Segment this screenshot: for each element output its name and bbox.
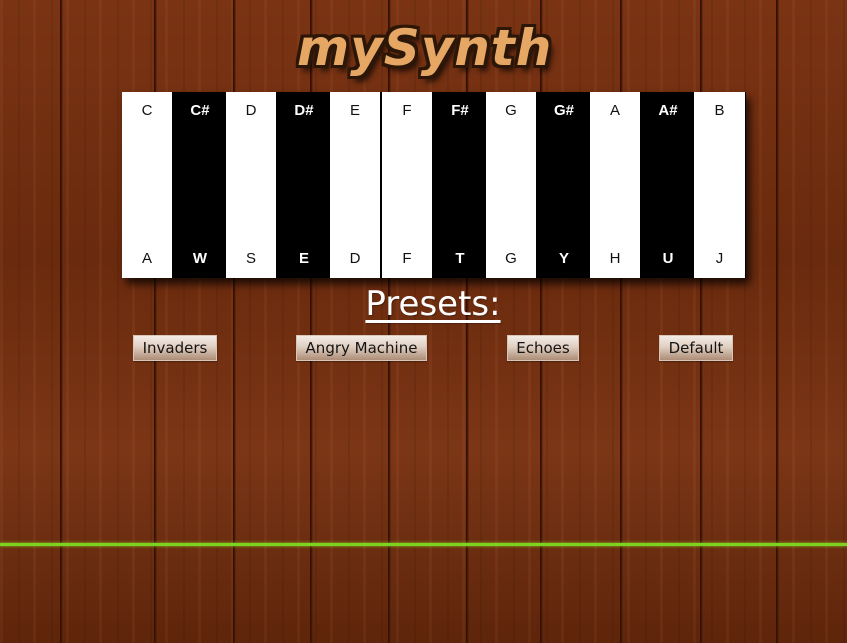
waveform-display — [0, 543, 847, 546]
note-label: F# — [451, 102, 469, 119]
note-label: C — [141, 102, 153, 119]
note-label: B — [714, 102, 725, 119]
preset-button-default[interactable]: Default — [659, 335, 733, 361]
note-label: C# — [190, 102, 210, 119]
presets-title: Presets: — [365, 284, 501, 324]
piano-key-a-sharp[interactable]: A# U — [642, 92, 694, 278]
keyboard-shortcut-label: A — [141, 250, 152, 267]
piano-key-g[interactable]: GG — [486, 92, 538, 278]
note-label: G — [505, 102, 517, 119]
keyboard-shortcut-label: S — [245, 250, 256, 267]
piano-keyboard: C A C# W D S D# E E D F F F# T G G G# Y A H A# U B J — [122, 92, 746, 278]
piano-key-d-sharp[interactable]: D# E — [278, 92, 330, 278]
keyboard-shortcut-label: T — [455, 250, 465, 267]
preset-button-angry-machine[interactable]: Angry Machine — [296, 335, 427, 361]
piano-key-f-sharp[interactable]: F# T — [434, 92, 486, 278]
keyboard-shortcut-label: U — [662, 250, 674, 267]
keyboard-shortcut-label: H — [609, 250, 621, 267]
keyboard-shortcut-label: G — [505, 250, 517, 267]
note-label: G# — [553, 102, 574, 119]
piano-key-e[interactable]: ED — [330, 92, 382, 278]
note-label: A — [609, 102, 620, 119]
piano-key-f[interactable]: FF — [382, 92, 434, 278]
keyboard-shortcut-label: E — [298, 250, 309, 267]
keyboard-shortcut-label: D — [349, 250, 361, 267]
keyboard-shortcut-label: Y — [558, 250, 569, 267]
piano-key-c-sharp[interactable]: C# W — [174, 92, 226, 278]
note-label: F — [402, 102, 412, 119]
preset-button-invaders[interactable]: Invaders — [133, 335, 217, 361]
piano-key-b[interactable]: BJ — [694, 92, 746, 278]
preset-button-echoes[interactable]: Echoes — [507, 335, 579, 361]
piano-key-d[interactable]: DS — [226, 92, 278, 278]
note-label: E — [349, 102, 360, 119]
piano-key-c[interactable]: CA — [122, 92, 174, 278]
piano-key-a[interactable]: AH — [590, 92, 642, 278]
note-label: A# — [658, 102, 678, 119]
note-label: D — [245, 102, 257, 119]
keyboard-shortcut-label: W — [192, 250, 208, 267]
keyboard-shortcut-label: J — [715, 250, 724, 267]
piano-key-g-sharp[interactable]: G# Y — [538, 92, 590, 278]
app-logo: mySynth — [297, 19, 553, 77]
keyboard-shortcut-label: F — [402, 250, 412, 267]
note-label: D# — [294, 102, 314, 119]
